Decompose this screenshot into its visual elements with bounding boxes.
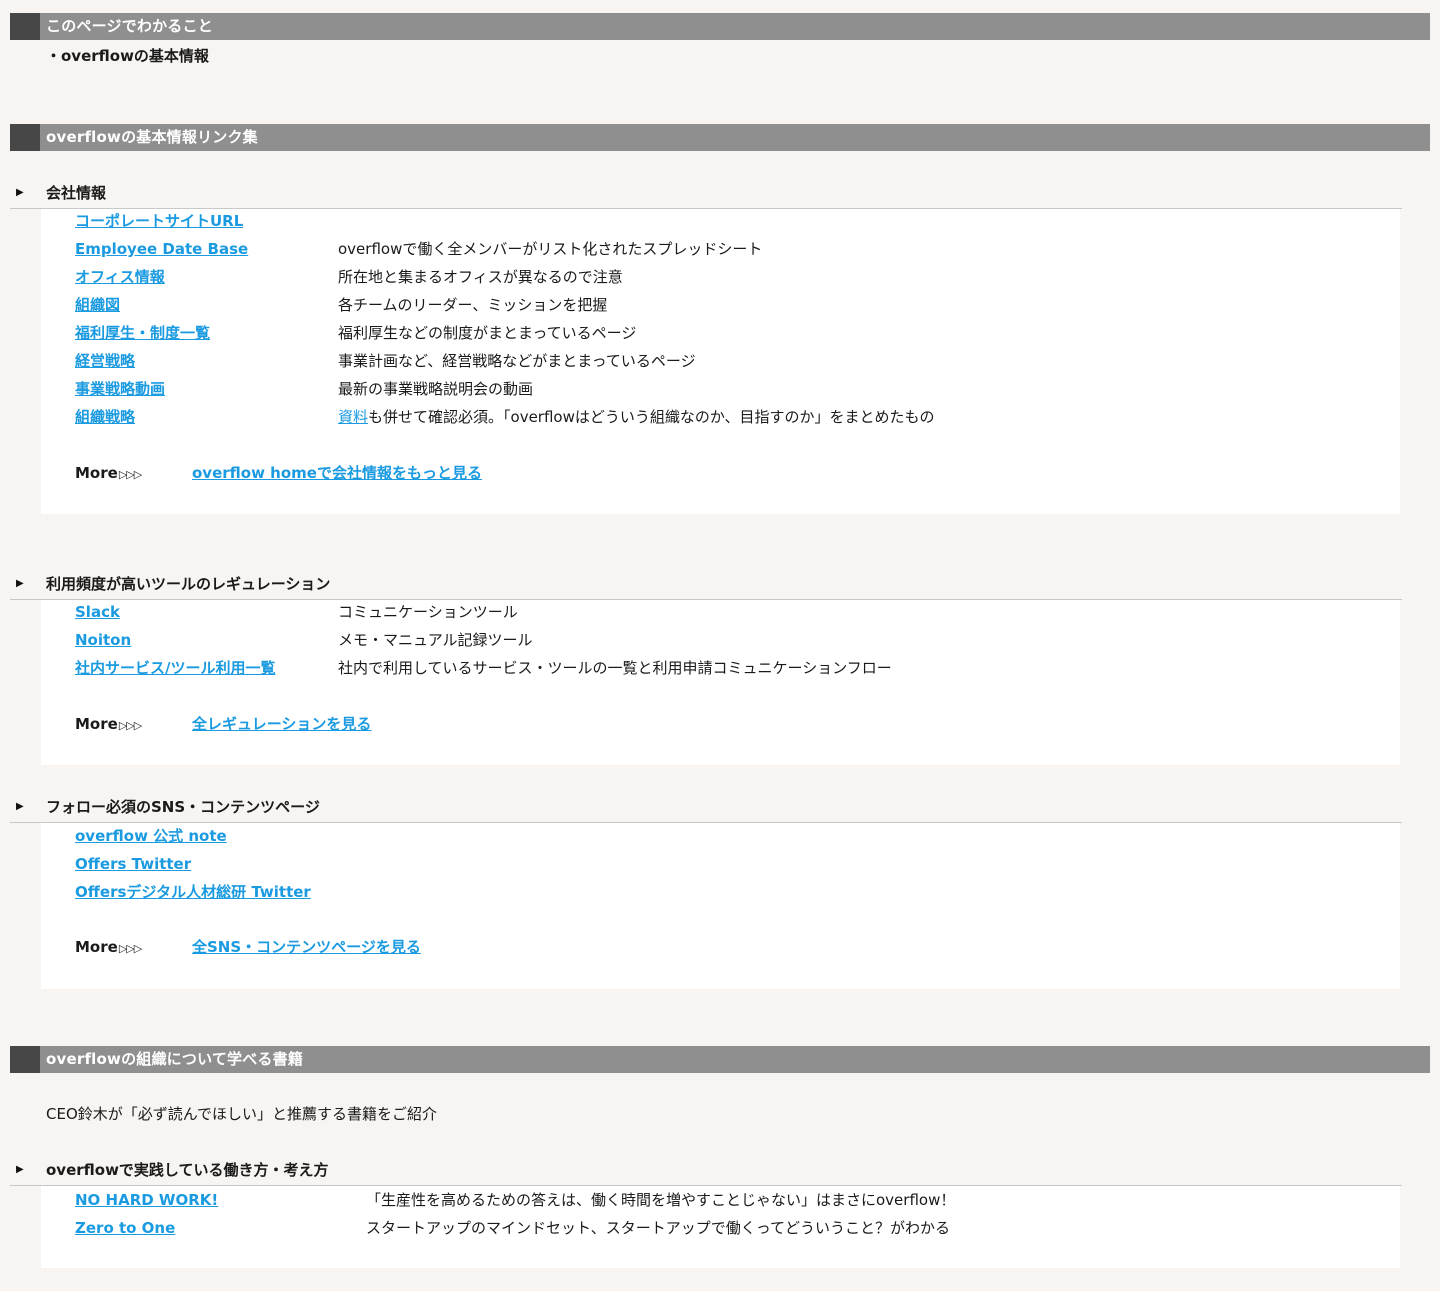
section-title: overflowの基本情報リンク集: [46, 128, 258, 146]
link-slack[interactable]: Slack: [75, 602, 120, 622]
tools-panel: [41, 600, 1400, 765]
link-overflow-note[interactable]: overflow 公式 note: [75, 826, 227, 846]
link-business-strategy-video[interactable]: 事業戦略動画: [75, 379, 165, 399]
link-all-regulations[interactable]: 全レギュレーションを見る: [192, 714, 371, 734]
more-label: More▷▷▷: [75, 463, 142, 485]
link-notion[interactable]: Noiton: [75, 630, 131, 650]
desc-employee-database: overflowで働く全メンバーがリスト化されたスプレッドシート: [338, 240, 763, 258]
subheading-company[interactable]: ▶ 会社情報: [10, 181, 1402, 209]
subheading-practice[interactable]: ▶ overflowで実践している働き方・考え方: [10, 1158, 1402, 1186]
subheading-tools[interactable]: ▶ 利用頻度が高いツールのレギュレーション: [10, 572, 1402, 600]
link-corporate-site[interactable]: コーポレートサイトURL: [75, 211, 243, 231]
link-management-strategy[interactable]: 経営戦略: [75, 351, 135, 371]
desc-notion: メモ・マニュアル記録ツール: [338, 631, 533, 649]
triangle-icon: ▶: [16, 578, 24, 589]
desc-management-strategy: 事業計画など、経営戦略などがまとまっているページ: [338, 352, 696, 370]
header-accent: [10, 124, 40, 151]
link-offers-digital-twitter[interactable]: Offersデジタル人材総研 Twitter: [75, 882, 311, 902]
subheading-label: overflowで実践している働き方・考え方: [46, 1161, 329, 1179]
link-org-chart[interactable]: 組織図: [75, 295, 120, 315]
more-text: More: [75, 464, 118, 482]
desc-org-chart: 各チームのリーダー、ミッションを把握: [338, 296, 608, 314]
subheading-sns[interactable]: ▶ フォロー必須のSNS・コンテンツページ: [10, 795, 1402, 823]
desc-benefits: 福利厚生などの制度がまとまっているページ: [338, 324, 637, 342]
triangle-icon: ▶: [16, 801, 24, 812]
desc-internal-services: 社内で利用しているサービス・ツールの一覧と利用申請コミュニケーションフロー: [338, 659, 892, 677]
link-more-company-info[interactable]: overflow homeで会社情報をもっと見る: [192, 463, 482, 483]
subheading-label: フォロー必須のSNS・コンテンツページ: [46, 798, 320, 816]
desc-no-hard-work: 「生産性を高めるための答えは、働く時間を増やすことじゃない」はまさにoverfl…: [366, 1191, 956, 1209]
desc-org-strategy-text: も併せて確認必須。「overflowはどういう組織なのか、目指すのか」をまとめた…: [368, 408, 935, 426]
link-materials[interactable]: 資料: [338, 408, 368, 426]
more-arrows-icon: ▷▷▷: [118, 468, 142, 481]
desc-office-info: 所在地と集まるオフィスが異なるので注意: [338, 268, 623, 286]
more-text: More: [75, 938, 118, 956]
link-offers-twitter[interactable]: Offers Twitter: [75, 854, 191, 874]
link-employee-database[interactable]: Employee Date Base: [75, 239, 248, 259]
section-header-overview: このページでわかること: [10, 13, 1430, 40]
section-title: overflowの組織について学べる書籍: [46, 1050, 304, 1068]
desc-business-strategy-video: 最新の事業戦略説明会の動画: [338, 380, 534, 398]
link-zero-to-one[interactable]: Zero to One: [75, 1218, 175, 1238]
subheading-label: 利用頻度が高いツールのレギュレーション: [46, 575, 331, 593]
more-arrows-icon: ▷▷▷: [118, 719, 142, 732]
link-org-strategy[interactable]: 組織戦略: [75, 407, 135, 427]
subheading-label: 会社情報: [46, 184, 107, 202]
link-office-info[interactable]: オフィス情報: [75, 267, 165, 287]
books-intro: CEO鈴木が「必ず読んでほしい」と推薦する書籍をご紹介: [46, 1105, 438, 1123]
desc-org-strategy: 資料も併せて確認必須。「overflowはどういう組織なのか、目指すのか」をまと…: [338, 407, 935, 427]
triangle-icon: ▶: [16, 187, 24, 198]
section-title: このページでわかること: [46, 17, 213, 35]
more-text: More: [75, 715, 118, 733]
more-arrows-icon: ▷▷▷: [118, 942, 142, 955]
overview-bullet: ・overflowの基本情報: [46, 47, 209, 65]
link-no-hard-work[interactable]: NO HARD WORK!: [75, 1190, 218, 1210]
header-accent: [10, 1046, 40, 1073]
more-label: More▷▷▷: [75, 937, 142, 959]
link-internal-services[interactable]: 社内サービス/ツール利用一覧: [75, 658, 275, 678]
section-header-links: overflowの基本情報リンク集: [10, 124, 1430, 151]
sns-panel: [41, 823, 1400, 989]
link-all-sns[interactable]: 全SNS・コンテンツページを見る: [192, 937, 421, 957]
desc-zero-to-one: スタートアップのマインドセット、スタートアップで働くってどういうこと？がわかる: [366, 1219, 950, 1237]
more-label: More▷▷▷: [75, 714, 142, 736]
section-header-books: overflowの組織について学べる書籍: [10, 1046, 1430, 1073]
link-benefits[interactable]: 福利厚生・制度一覧: [75, 323, 210, 343]
desc-slack: コミュニケーションツール: [338, 603, 518, 621]
header-accent: [10, 13, 40, 40]
triangle-icon: ▶: [16, 1164, 24, 1175]
